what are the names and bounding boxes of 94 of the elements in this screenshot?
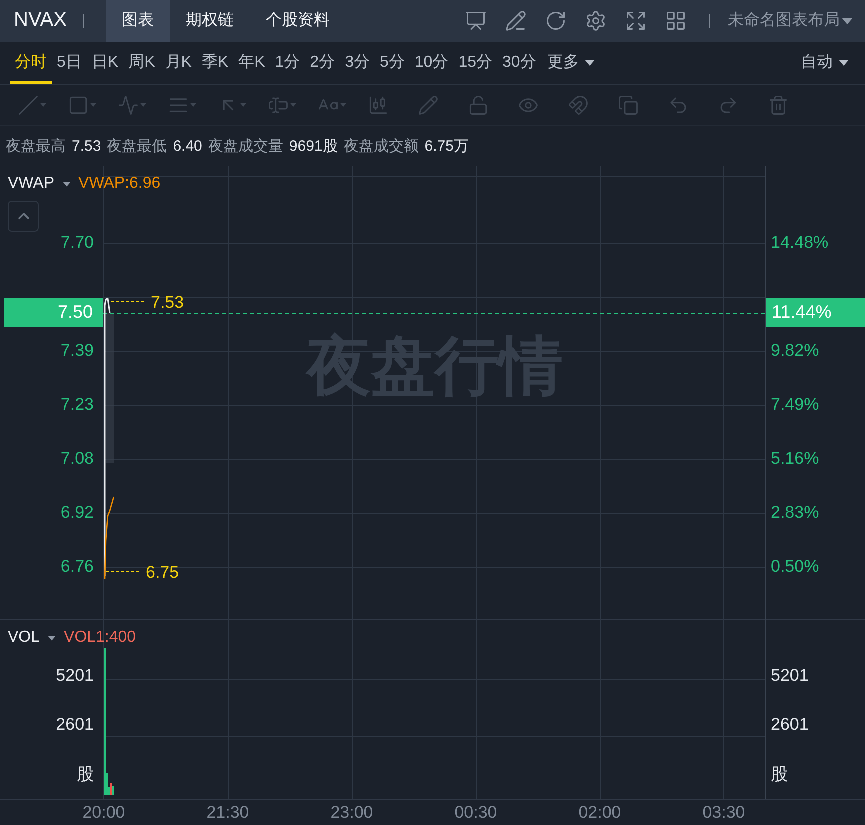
- stat-label: 夜盘成交额: [344, 136, 419, 156]
- chart-screen-icon: [465, 10, 487, 32]
- period-tab[interactable]: 5分: [374, 42, 410, 84]
- chart-screen-button[interactable]: [465, 10, 487, 32]
- period-tab[interactable]: 2分: [305, 42, 340, 84]
- stock-symbol: NVAX: [14, 9, 67, 32]
- more-menu[interactable]: 更多: [541, 42, 602, 84]
- fullscreen-button[interactable]: [625, 10, 647, 32]
- grid-layout-icon: [665, 10, 687, 32]
- settings-icon: [585, 10, 607, 32]
- period-tab[interactable]: 3分: [340, 42, 375, 84]
- percent-axis-label: 5.16%: [771, 449, 820, 470]
- period-tab[interactable]: 15分: [454, 42, 498, 84]
- period-tab[interactable]: 10分: [410, 42, 454, 84]
- mode-menu[interactable]: 自动: [795, 42, 855, 84]
- percent-axis-label: 9.82%: [771, 341, 820, 362]
- time-axis-label: 03:30: [702, 802, 746, 823]
- rectangle-tool-icon: [68, 94, 89, 116]
- volume-axis-label: 股: [77, 764, 94, 786]
- volume-axis-label: 5201: [56, 666, 94, 686]
- stat-value: 6.75万: [424, 136, 469, 156]
- volume-axis-label: 5201: [771, 666, 809, 686]
- candlestick-tool-icon: [368, 94, 389, 116]
- period-tab[interactable]: 1分: [270, 42, 306, 84]
- indicator-value: VWAP:6.96: [78, 175, 161, 194]
- price-axis-label: 7.70: [60, 233, 94, 254]
- grid-layout-button[interactable]: [665, 10, 687, 32]
- caret-icon: [90, 103, 97, 107]
- indicator-value: VOL1:400: [64, 629, 136, 648]
- tab[interactable]: 期权链: [170, 0, 250, 42]
- caret-icon: [140, 103, 147, 107]
- collapse-button[interactable]: [8, 201, 39, 232]
- time-axis-label: 21:30: [206, 802, 250, 823]
- stat-label: 夜盘最高: [6, 136, 66, 156]
- volume-axis-label: 2601: [56, 715, 94, 736]
- time-axis-label: 00:30: [454, 802, 498, 823]
- volume-axis-label: 股: [771, 764, 788, 786]
- stat-label: 夜盘最低: [107, 136, 168, 156]
- line-tool-icon: [18, 94, 39, 116]
- caret-icon: [190, 103, 197, 107]
- stat-value: 9691股: [289, 136, 338, 156]
- caret-icon: [62, 182, 71, 187]
- magnet-tool-icon: [568, 94, 589, 116]
- period-tab[interactable]: 周K: [124, 42, 160, 84]
- caret-icon: [240, 103, 247, 107]
- period-tab[interactable]: 5日: [52, 42, 87, 84]
- pencil-button[interactable]: [505, 10, 527, 32]
- time-axis-label: 02:00: [578, 802, 622, 823]
- caret-icon: [839, 60, 849, 66]
- layout-menu[interactable]: 未命名图表布局: [728, 10, 859, 32]
- wave-tool-icon: [118, 94, 139, 116]
- indicator-name[interactable]: VOL: [8, 629, 40, 648]
- caret-icon: [340, 103, 347, 107]
- refresh-icon: [545, 10, 567, 32]
- percent-axis-label: 2.83%: [771, 503, 820, 524]
- settings-button[interactable]: [585, 10, 607, 32]
- price-axis-label: 6.92: [60, 503, 94, 524]
- stat-label: 夜盘成交量: [208, 136, 284, 156]
- period-tab[interactable]: 日K: [86, 42, 124, 84]
- price-axis-label: 6.76: [60, 557, 94, 578]
- fullscreen-icon: [625, 10, 647, 32]
- period-tab[interactable]: 分时: [10, 42, 52, 84]
- copy-tool-icon: [618, 94, 639, 116]
- volume-axis-label: 2601: [771, 715, 809, 736]
- caret-icon: [48, 636, 56, 640]
- percent-axis-label: 7.49%: [771, 395, 820, 416]
- pencil-icon: [505, 10, 527, 32]
- period-tab[interactable]: 30分: [497, 42, 542, 84]
- indicator-name[interactable]: VWAP: [8, 175, 55, 194]
- time-axis-label: 20:00: [82, 802, 126, 823]
- stat-value: 7.53: [72, 138, 102, 155]
- caret-icon: [290, 103, 297, 107]
- current-price-badge: 7.50: [4, 298, 103, 328]
- stat-value: 6.40: [173, 138, 202, 155]
- price-axis-label: 7.39: [60, 341, 94, 362]
- period-tab[interactable]: 月K: [160, 42, 197, 84]
- period-tab[interactable]: 年K: [234, 42, 270, 84]
- time-axis-label: 23:00: [330, 802, 374, 823]
- price-axis-label: 7.23: [60, 395, 94, 416]
- unlock-tool-icon: [468, 94, 489, 116]
- pencil-tool-icon: [418, 94, 439, 116]
- tab[interactable]: 图表: [106, 0, 170, 42]
- trash-tool-icon: [768, 94, 789, 116]
- chevron-up-icon: [18, 213, 30, 220]
- refresh-button[interactable]: [545, 10, 567, 32]
- period-tab[interactable]: 季K: [196, 42, 234, 84]
- tab[interactable]: 个股资料: [250, 0, 346, 42]
- caret-icon: [585, 60, 596, 66]
- percent-axis-label: 14.48%: [771, 233, 829, 254]
- caret-icon: [40, 103, 47, 107]
- caret-icon: [842, 18, 853, 24]
- price-axis-label: 7.08: [60, 449, 94, 470]
- current-change-badge: 11.44%: [766, 298, 865, 328]
- percent-axis-label: 0.50%: [771, 557, 820, 578]
